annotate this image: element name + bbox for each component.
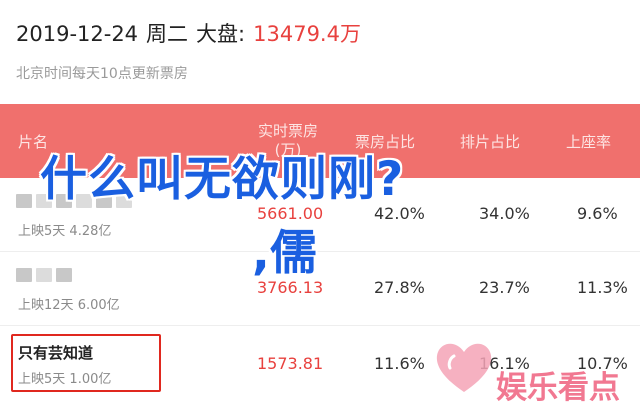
film-release-info: 上映5天 4.28亿	[18, 224, 112, 239]
occupancy-value: 9.6%	[577, 204, 618, 223]
column-show-share[interactable]: 排片占比	[460, 104, 520, 178]
show-share-value: 34.0%	[479, 204, 530, 223]
market-header: 2019-12-24 周二 大盘: 13479.4万 北京时间每天10点更新票房	[0, 0, 640, 104]
occupancy-value: 11.3%	[577, 278, 628, 297]
total-label: 大盘:	[196, 22, 246, 46]
weekday: 周二	[146, 22, 189, 46]
overlay-subtitle: ,儒	[252, 226, 317, 281]
show-share-value: 23.7%	[479, 278, 530, 297]
date: 2019-12-24	[16, 22, 139, 46]
highlight-box	[11, 334, 161, 392]
overlay-title: 什么叫无欲则刚?	[40, 152, 405, 207]
film-name-blurred	[16, 268, 72, 282]
column-box-office-line1: 实时票房	[257, 122, 318, 140]
table-row[interactable]: 上映12天 6.00亿 3766.13 27.8% 23.7% 11.3%	[0, 252, 640, 326]
film-release-info: 上映12天 6.00亿	[18, 298, 120, 313]
heart-icon	[436, 343, 492, 392]
update-note: 北京时间每天10点更新票房	[16, 66, 188, 82]
box-share-value: 27.8%	[374, 278, 425, 297]
box-share-value: 11.6%	[374, 354, 425, 373]
watermark: 娱乐看点	[432, 336, 640, 402]
box-office-value: 1573.81	[257, 354, 324, 373]
date-line: 2019-12-24 周二 大盘: 13479.4万	[16, 18, 361, 48]
column-occupancy[interactable]: 上座率	[566, 104, 611, 178]
total-box-office: 13479.4万	[253, 22, 361, 46]
watermark-text: 娱乐看点	[496, 370, 620, 402]
